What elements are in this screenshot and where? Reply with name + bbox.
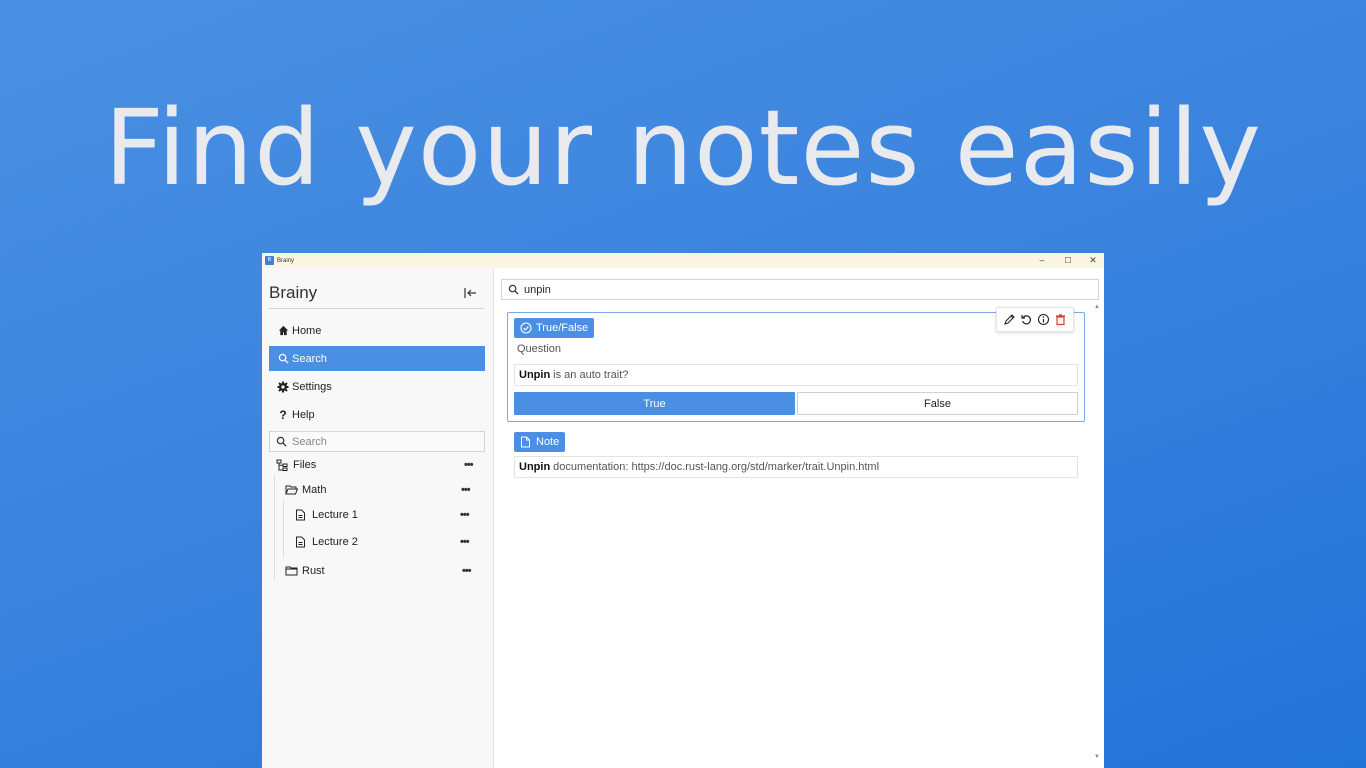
nav-settings[interactable]: Settings [269,374,485,399]
question-label: Question [517,343,562,355]
note-keyword: Unpin [519,461,551,473]
rust-more-button[interactable]: ••• [462,566,472,577]
home-icon [277,325,289,337]
folder-open-icon [285,484,298,496]
tree-file-lecture-1[interactable]: Lecture 1 [295,505,358,525]
divider [269,308,485,309]
gear-icon [277,381,289,393]
nav-help[interactable]: ? Help [269,402,485,427]
nav-search-label: Search [292,352,327,365]
scroll-up-arrow-icon[interactable]: ▲ [1092,304,1102,314]
info-icon[interactable] [1037,313,1050,326]
nav-help-label: Help [292,408,315,421]
tree-file-lecture-2[interactable]: Lecture 2 [295,532,358,552]
close-button[interactable]: ✕ [1080,253,1104,268]
delete-trash-icon[interactable] [1054,313,1067,326]
lecture-1-more-button[interactable]: ••• [460,510,470,521]
app-window: B Brainy – ☐ ✕ Brainy Home Search Settin… [262,253,1104,768]
files-more-button[interactable]: ••• [464,460,474,471]
maximize-button[interactable]: ☐ [1055,253,1081,268]
sidebar-search-placeholder: Search [292,435,327,448]
search-icon [508,284,520,296]
brand-title: Brainy [269,283,318,302]
tree-folder-rust[interactable]: Rust [285,561,325,581]
title-bar: B Brainy – ☐ ✕ [262,253,1104,268]
nav-home[interactable]: Home [269,318,485,343]
file-tree-icon [276,459,289,471]
note-type-label: Note [536,436,560,448]
note-body: documentation: https://doc.rust-lang.org… [553,461,880,473]
tree-file-label: Lecture 2 [312,536,358,548]
nav-search[interactable]: Search [269,346,485,371]
scroll-down-arrow-icon[interactable]: ▼ [1092,754,1102,764]
sidebar-search-input[interactable]: Search [269,431,485,452]
math-more-button[interactable]: ••• [461,485,471,496]
reset-icon[interactable] [1020,313,1033,326]
tree-root-label: Files [293,459,317,471]
card-type-tag: True/False [514,318,595,338]
question-keyword: Unpin [519,369,551,381]
note-type-tag: Note [514,432,566,452]
card-action-toolbar [996,307,1074,332]
tree-folder-math[interactable]: Math [285,480,326,500]
nav-home-label: Home [292,324,322,337]
tree-folder-math-label: Math [302,484,327,496]
question-icon: ? [279,407,287,422]
document-icon [295,509,308,521]
tree-root-files[interactable]: Files [276,455,316,475]
tree-folder-rust-label: Rust [302,565,325,577]
hero-headline: Find your notes easily [104,87,1262,209]
collapse-sidebar-icon[interactable] [462,285,478,301]
tree-guide-line [283,500,284,558]
tree-file-label: Lecture 1 [312,509,358,521]
lecture-2-more-button[interactable]: ••• [460,537,470,548]
note-document-icon [520,436,532,448]
question-text: Unpin is an auto trait? [514,364,1078,386]
note-text[interactable]: Unpin documentation: https://doc.rust-la… [514,456,1078,478]
main-panel: unpin ▲ ▼ True/False Question Unpin is a… [495,268,1104,768]
search-icon [276,436,288,448]
window-title: Brainy [277,257,295,264]
answer-false-button[interactable]: False [797,392,1078,415]
tree-guide-line [274,475,275,580]
question-body: is an auto trait? [553,369,629,381]
nav-settings-label: Settings [292,380,332,393]
app-logo-icon: B [265,256,274,265]
sidebar: Brainy Home Search Settings ? Help Searc… [262,268,494,768]
minimize-button[interactable]: – [1029,253,1055,268]
check-circle-icon [520,322,532,334]
document-icon [295,536,308,548]
folder-icon [285,565,298,577]
main-search-value: unpin [524,283,551,296]
search-icon [277,353,289,365]
main-search-input[interactable]: unpin [501,279,1099,300]
edit-pencil-icon[interactable] [1003,313,1016,326]
answer-true-button[interactable]: True [514,392,795,415]
card-type-label: True/False [536,322,589,334]
